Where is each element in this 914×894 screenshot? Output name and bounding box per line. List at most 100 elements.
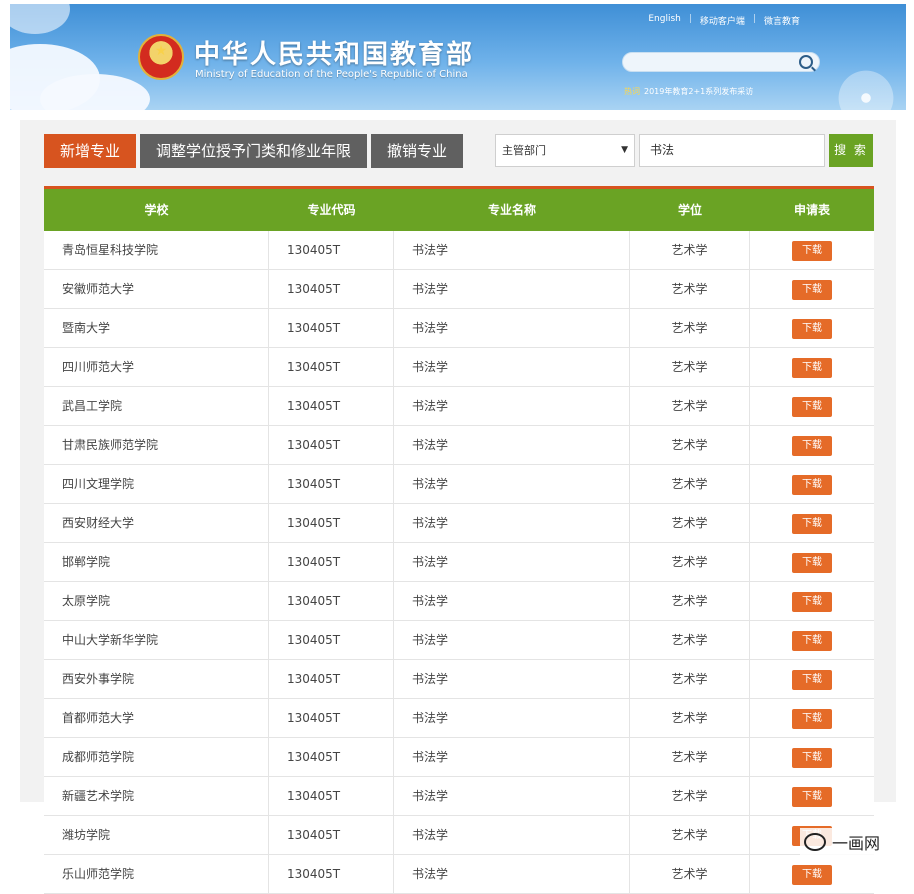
download-button[interactable]: 下载	[792, 240, 832, 261]
degree-cell: 艺术学	[630, 660, 750, 698]
school-cell: 甘肃民族师范学院	[44, 426, 269, 464]
cloud-decoration	[10, 4, 70, 34]
download-button[interactable]: 下载	[792, 279, 832, 300]
school-cell: 西安财经大学	[44, 504, 269, 542]
keyword-input[interactable]: 书法	[639, 134, 825, 167]
download-button[interactable]: 下载	[792, 708, 832, 729]
code-cell: 130405T	[269, 816, 394, 854]
major-cell: 书法学	[394, 504, 630, 542]
mobile-client-link[interactable]: 移动客户端	[700, 14, 745, 27]
download-button[interactable]: 下载	[792, 669, 832, 690]
code-cell: 130405T	[269, 855, 394, 893]
table-row: 新疆艺术学院 130405T 书法学 艺术学 下载	[44, 777, 874, 816]
download-button[interactable]: 下载	[792, 318, 832, 339]
form-cell: 下载	[750, 309, 874, 347]
download-button[interactable]: 下载	[792, 786, 832, 807]
form-cell: 下载	[750, 504, 874, 542]
degree-cell: 艺术学	[630, 777, 750, 815]
degree-cell: 艺术学	[630, 855, 750, 893]
tab-adjust-degree[interactable]: 调整学位授予门类和修业年限	[140, 134, 368, 168]
major-cell: 书法学	[394, 777, 630, 815]
table-row: 四川文理学院 130405T 书法学 艺术学 下载	[44, 465, 874, 504]
department-select-value: 主管部门	[502, 144, 546, 157]
form-cell: 下载	[750, 660, 874, 698]
download-button[interactable]: 下载	[792, 591, 832, 612]
weiyan-link[interactable]: 微言教育	[764, 14, 800, 27]
major-cell: 书法学	[394, 426, 630, 464]
download-button[interactable]: 下载	[792, 357, 832, 378]
major-cell: 书法学	[394, 855, 630, 893]
hot-words-link[interactable]: 2019年教育2+1系列发布采访	[644, 87, 753, 96]
school-cell: 安徽师范大学	[44, 270, 269, 308]
tab-revoke-major[interactable]: 撤销专业	[371, 134, 464, 168]
form-cell: 下载	[750, 621, 874, 659]
major-cell: 书法学	[394, 465, 630, 503]
download-button[interactable]: 下载	[792, 864, 832, 885]
school-cell: 太原学院	[44, 582, 269, 620]
code-cell: 130405T	[269, 348, 394, 386]
download-button[interactable]: 下载	[792, 435, 832, 456]
table-row: 西安财经大学 130405T 书法学 艺术学 下载	[44, 504, 874, 543]
degree-cell: 艺术学	[630, 621, 750, 659]
table-row: 太原学院 130405T 书法学 艺术学 下载	[44, 582, 874, 621]
degree-cell: 艺术学	[630, 309, 750, 347]
degree-cell: 艺术学	[630, 387, 750, 425]
table-header: 学校 专业代码 专业名称 学位 申请表	[44, 189, 874, 231]
code-cell: 130405T	[269, 777, 394, 815]
table-row: 潍坊学院130405T书法学艺术学下载	[44, 816, 874, 855]
download-button[interactable]: 下载	[792, 396, 832, 417]
school-cell: 暨南大学	[44, 309, 269, 347]
download-button[interactable]: 下载	[792, 747, 832, 768]
major-cell: 书法学	[394, 738, 630, 776]
table-row: 邯郸学院 130405T 书法学 艺术学 下载	[44, 543, 874, 582]
search-icon[interactable]	[799, 55, 813, 69]
table-row: 武昌工学院 130405T 书法学 艺术学 下载	[44, 387, 874, 426]
school-cell: 武昌工学院	[44, 387, 269, 425]
form-cell: 下载	[750, 465, 874, 503]
major-cell: 书法学	[394, 582, 630, 620]
major-cell: 书法学	[394, 231, 630, 269]
degree-cell: 艺术学	[630, 270, 750, 308]
degree-cell: 艺术学	[630, 816, 750, 854]
header-major: 专业名称	[487, 203, 536, 217]
form-cell: 下载	[750, 699, 874, 737]
download-button[interactable]: 下载	[792, 513, 832, 534]
download-button[interactable]: 下载	[792, 474, 832, 495]
header-form: 申请表	[793, 203, 830, 217]
table-row: 首都师范大学 130405T 书法学 艺术学 下载	[44, 699, 874, 738]
form-cell: 下载	[750, 543, 874, 581]
code-cell: 130405T	[269, 465, 394, 503]
code-cell: 130405T	[269, 621, 394, 659]
code-cell: 130405T	[269, 426, 394, 464]
code-cell: 130405T	[269, 231, 394, 269]
form-cell: 下载	[750, 348, 874, 386]
code-cell: 130405T	[269, 582, 394, 620]
hot-words: 热词 2019年教育2+1系列发布采访	[624, 86, 753, 97]
english-link[interactable]: English	[648, 14, 681, 27]
wechat-icon	[803, 833, 826, 851]
search-button[interactable]: 搜 索	[829, 134, 873, 167]
form-cell: 下载	[750, 231, 874, 269]
hot-words-label: 热词	[624, 87, 640, 96]
major-cell: 书法学	[394, 270, 630, 308]
table-row: 中山大学新华学院 130405T 书法学 艺术学 下载	[44, 621, 874, 660]
tab-new-major[interactable]: 新增专业	[44, 134, 137, 168]
header-school: 学校	[144, 203, 169, 217]
form-cell: 下载	[750, 777, 874, 815]
majors-table: 学校 专业代码 专业名称 学位 申请表 青岛恒星科技学院 130405T 书法学 艺术…	[44, 186, 874, 894]
degree-cell: 艺术学	[630, 738, 750, 776]
code-cell: 130405T	[269, 660, 394, 698]
department-select[interactable]: 主管部门 ▼	[495, 134, 635, 167]
site-header-banner: ★ 中华人民共和国教育部 Ministry of Education of th…	[10, 4, 906, 110]
download-button[interactable]: 下载	[792, 552, 832, 573]
form-cell: 下载	[750, 855, 874, 893]
table-row: 安徽师范大学 130405T 书法学 艺术学 下载	[44, 270, 874, 309]
header-code: 专业代码	[307, 203, 356, 217]
form-cell: 下载	[750, 426, 874, 464]
code-cell: 130405T	[269, 387, 394, 425]
major-cell: 书法学	[394, 543, 630, 581]
school-cell: 成都师范学院	[44, 738, 269, 776]
download-button[interactable]: 下载	[792, 630, 832, 651]
site-search-input[interactable]	[622, 52, 820, 72]
form-cell: 下载	[750, 270, 874, 308]
